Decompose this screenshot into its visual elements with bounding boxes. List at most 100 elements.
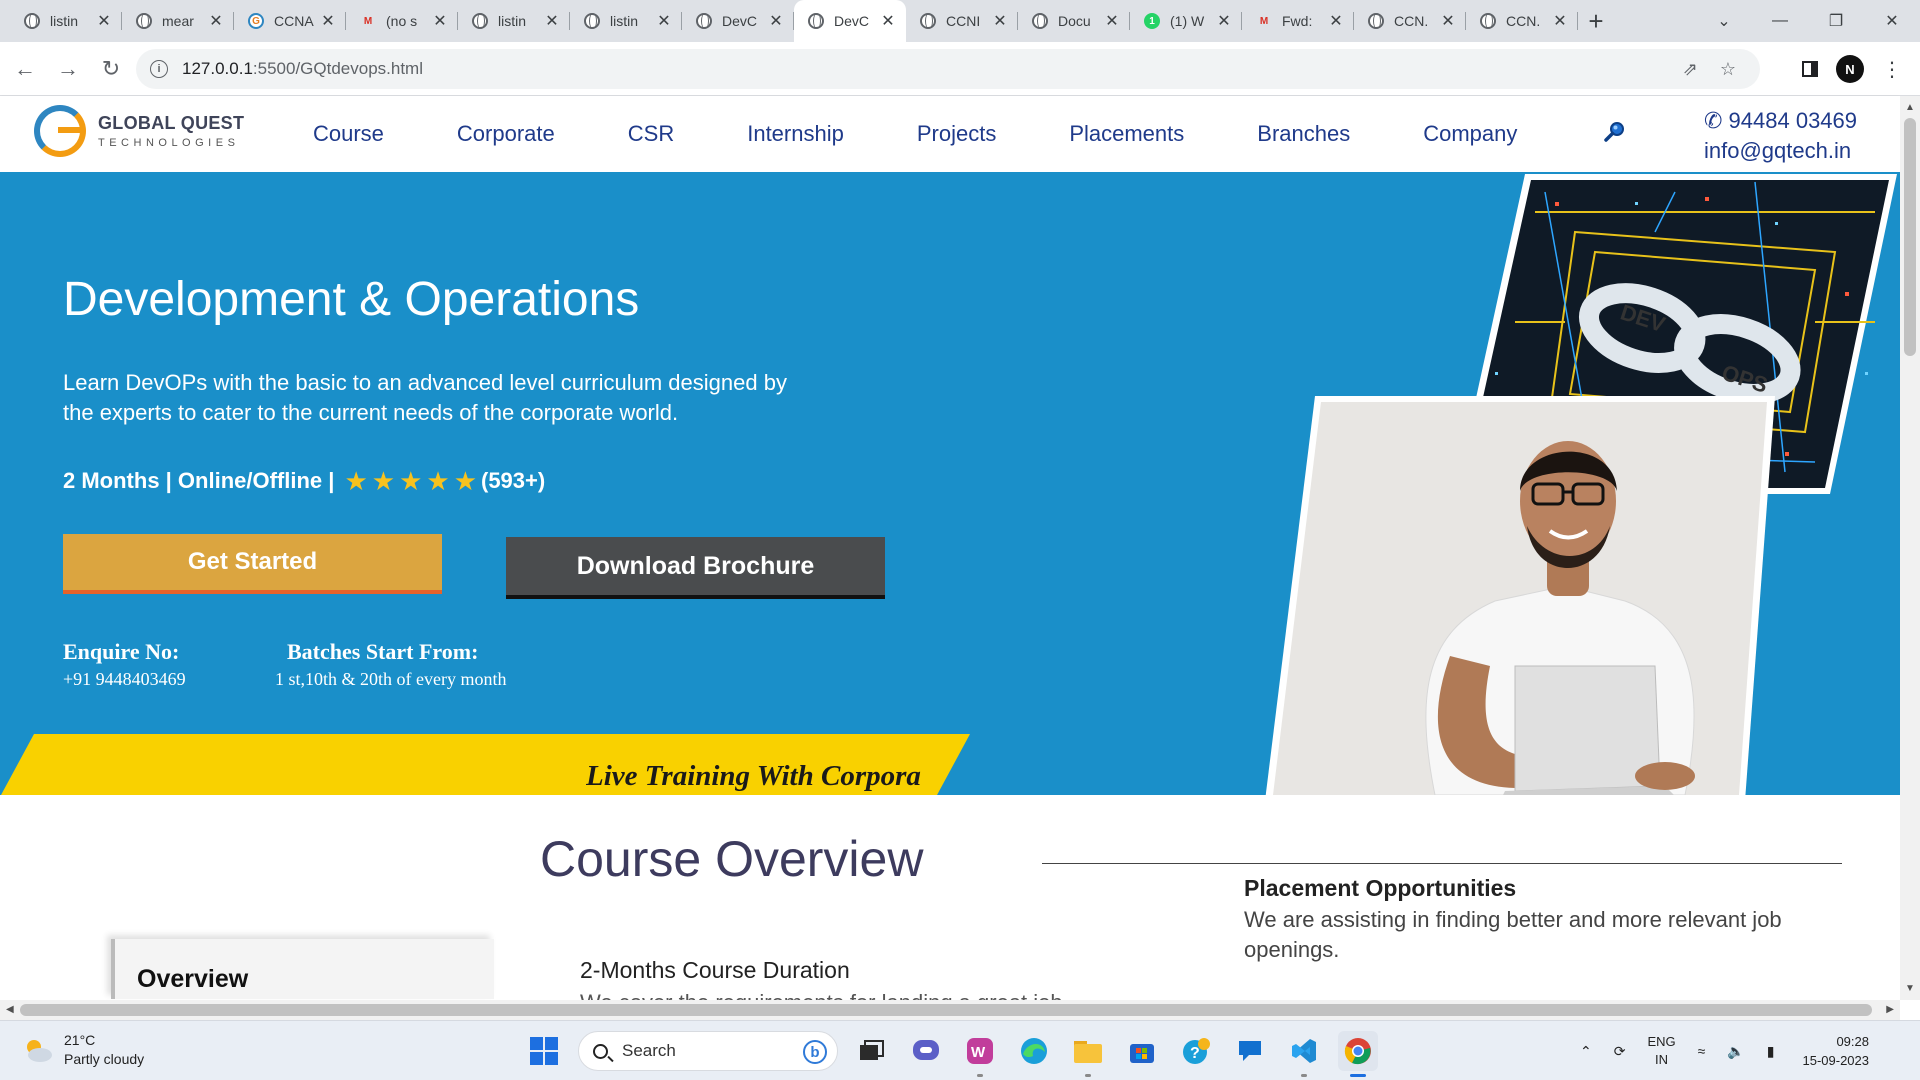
batch-label: Batches Start From: (287, 639, 479, 664)
browser-tab[interactable]: listin ✕ (570, 0, 682, 42)
tab-close-icon[interactable]: ✕ (208, 11, 224, 31)
tab-close-icon[interactable]: ✕ (1104, 11, 1120, 31)
help-icon[interactable]: ? (1176, 1031, 1216, 1071)
horizontal-scroll-thumb[interactable] (20, 1004, 1872, 1016)
nav-course[interactable]: Course (313, 121, 384, 147)
file-explorer-icon[interactable] (1068, 1031, 1108, 1077)
browser-tab[interactable]: G CCNA ✕ (234, 0, 346, 42)
input-language[interactable]: ENG IN (1647, 1033, 1675, 1069)
minimize-icon[interactable]: — (1752, 0, 1808, 42)
wps-office-icon[interactable]: W (960, 1031, 1000, 1077)
windows-logo-icon (530, 1037, 558, 1065)
tab-close-icon[interactable]: ✕ (544, 11, 560, 31)
show-hidden-icons[interactable]: ⌃ (1580, 1043, 1592, 1060)
browser-tab[interactable]: CCN. ✕ (1466, 0, 1578, 42)
scroll-up-icon[interactable]: ▲ (1905, 102, 1915, 113)
tab-close-icon[interactable]: ✕ (432, 11, 448, 31)
tab-close-icon[interactable]: ✕ (1440, 11, 1456, 31)
quick-assist-icon[interactable] (1230, 1031, 1270, 1071)
tab-close-icon[interactable]: ✕ (768, 11, 784, 31)
tab-close-icon[interactable]: ✕ (1328, 11, 1344, 31)
tab-close-icon[interactable]: ✕ (992, 11, 1008, 31)
edge-icon[interactable] (1014, 1031, 1054, 1071)
get-started-button[interactable]: Get Started (63, 534, 442, 594)
clock-date: 15-09-2023 (1802, 1053, 1869, 1068)
share-icon[interactable]: ⇗ (1683, 59, 1698, 80)
enquire-block: Enquire No: +91 9448403469 (63, 639, 186, 690)
volume-icon[interactable]: 🔈 (1727, 1043, 1744, 1060)
battery-icon[interactable]: ▮ (1767, 1043, 1775, 1060)
bing-icon[interactable]: b (803, 1040, 827, 1064)
lang-code: ENG (1647, 1034, 1676, 1049)
contact-phone[interactable]: ✆ 94484 03469 (1704, 106, 1857, 136)
tab-close-icon[interactable]: ✕ (320, 11, 336, 31)
menu-kebab-icon[interactable]: ⋮ (1882, 57, 1902, 82)
new-tab-button[interactable]: + (1578, 0, 1614, 42)
profile-avatar[interactable]: N (1836, 55, 1864, 83)
browser-tab[interactable]: mear ✕ (122, 0, 234, 42)
vertical-scroll-thumb[interactable] (1904, 118, 1916, 356)
weather-widget[interactable]: 21°C Partly cloudy (22, 1031, 144, 1069)
vertical-scrollbar[interactable]: ▲ ▼ (1900, 96, 1920, 1000)
tab-close-icon[interactable]: ✕ (1552, 11, 1568, 31)
taskbar-search-text: Search (622, 1041, 676, 1060)
browser-tab[interactable]: DevC ✕ (682, 0, 794, 42)
nav-company[interactable]: Company (1423, 121, 1517, 147)
nav-corporate[interactable]: Corporate (457, 121, 555, 147)
lang-region: IN (1655, 1052, 1669, 1067)
side-panel-icon[interactable] (1802, 61, 1818, 77)
search-icon[interactable] (1603, 120, 1627, 144)
browser-tab[interactable]: listin ✕ (458, 0, 570, 42)
browser-tab[interactable]: DevC ✕ (794, 0, 906, 42)
clock[interactable]: 09:28 15-09-2023 (1802, 1032, 1869, 1070)
overview-sidebar-card[interactable]: Overview (111, 939, 494, 999)
tab-close-icon[interactable]: ✕ (1216, 11, 1232, 31)
download-brochure-button[interactable]: Download Brochure (506, 537, 885, 599)
restore-icon[interactable]: ❐ (1808, 0, 1864, 42)
browser-tab[interactable]: CCN. ✕ (1354, 0, 1466, 42)
duration-heading: 2-Months Course Duration (580, 957, 850, 983)
tab-search-icon[interactable]: ⌄ (1696, 0, 1752, 42)
task-view-icon[interactable] (852, 1031, 892, 1071)
nav-projects[interactable]: Projects (917, 121, 996, 147)
tab-close-icon[interactable]: ✕ (656, 11, 672, 31)
url-path: :5500/GQtdevops.html (252, 59, 423, 78)
bookmark-star-icon[interactable]: ☆ (1720, 59, 1736, 80)
tab-title: CCNI (946, 13, 981, 29)
globe-favicon-icon (920, 13, 936, 29)
scroll-right-icon[interactable]: ▶ (1886, 1004, 1894, 1015)
address-bar[interactable]: i 127.0.0.1:5500/GQtdevops.html ⇗ ☆ (136, 49, 1760, 89)
start-button[interactable] (524, 1031, 564, 1071)
sync-icon[interactable]: ⟳ (1614, 1043, 1626, 1060)
vscode-icon[interactable] (1284, 1031, 1324, 1077)
wifi-icon[interactable]: ≈ (1698, 1043, 1706, 1059)
back-icon[interactable]: ← (7, 51, 43, 87)
tab-close-icon[interactable]: ✕ (880, 11, 896, 31)
url-text[interactable]: 127.0.0.1:5500/GQtdevops.html (182, 59, 423, 79)
ms-store-icon[interactable] (1122, 1031, 1162, 1071)
scroll-left-icon[interactable]: ◀ (6, 1004, 14, 1015)
site-logo[interactable]: GLOBAL QUEST TECHNOLOGIES (34, 105, 244, 157)
browser-tab[interactable]: Docu ✕ (1018, 0, 1130, 42)
nav-internship[interactable]: Internship (747, 121, 844, 147)
tab-close-icon[interactable]: ✕ (96, 11, 112, 31)
browser-tab[interactable]: M (no s ✕ (346, 0, 458, 42)
browser-tab[interactable]: M Fwd: ✕ (1242, 0, 1354, 42)
nav-placements[interactable]: Placements (1069, 121, 1184, 147)
site-info-icon[interactable]: i (150, 60, 168, 78)
forward-icon[interactable]: → (50, 51, 86, 87)
system-tray: ⌃ ⟳ ENG IN ≈ 🔈 ▮ 09:28 15-09-2023 (1580, 1021, 1869, 1080)
close-window-icon[interactable]: ✕ (1864, 0, 1920, 42)
nav-csr[interactable]: CSR (628, 121, 674, 147)
chrome-icon[interactable] (1338, 1031, 1378, 1077)
browser-tab[interactable]: 1 (1) W ✕ (1130, 0, 1242, 42)
contact-email[interactable]: info@gqtech.in (1704, 136, 1857, 166)
browser-tab[interactable]: CCNI ✕ (906, 0, 1018, 42)
scroll-down-icon[interactable]: ▼ (1905, 983, 1915, 994)
taskbar-search[interactable]: Search b (578, 1031, 838, 1071)
teams-chat-icon[interactable] (906, 1031, 946, 1071)
horizontal-scrollbar[interactable]: ◀ ▶ (0, 1000, 1900, 1020)
reload-icon[interactable]: ↻ (93, 51, 129, 87)
nav-branches[interactable]: Branches (1257, 121, 1350, 147)
browser-tab[interactable]: listin ✕ (10, 0, 122, 42)
